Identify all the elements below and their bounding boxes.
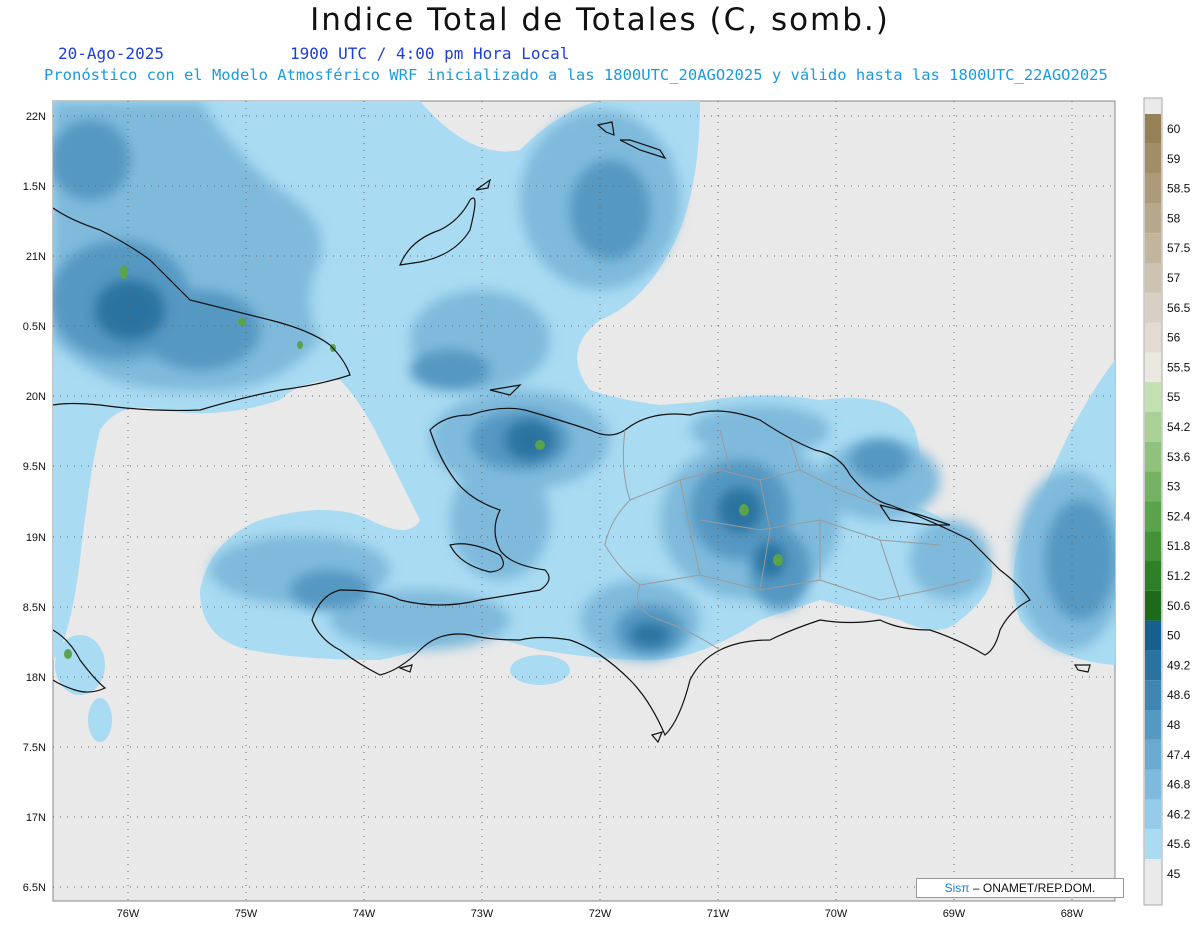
lon-label: 76W: [117, 908, 140, 920]
colorbar-swatch: [1145, 292, 1161, 323]
colorbar-label: 48.6: [1167, 688, 1191, 702]
colorbar-label: 47.4: [1167, 748, 1191, 762]
colorbar-label: 45: [1167, 867, 1181, 881]
credit-box: Sisπ – ONAMET/REP.DOM.: [916, 878, 1124, 898]
lon-label: 73W: [471, 908, 494, 920]
lat-label: 9.5N: [23, 461, 46, 473]
colorbar-label: 58.5: [1167, 182, 1191, 196]
colorbar-swatch: [1145, 263, 1161, 293]
lat-label: 19N: [26, 532, 46, 544]
colorbar-swatch: [1145, 322, 1161, 353]
colorbar-label: 48: [1167, 718, 1181, 732]
lat-label: 7.5N: [23, 742, 46, 754]
lon-label: 74W: [353, 908, 376, 920]
colorbar-label: 46.2: [1167, 807, 1191, 821]
colorbar-label: 55: [1167, 390, 1181, 404]
colorbar-swatch: [1145, 203, 1161, 234]
colorbar-swatch: [1145, 143, 1161, 174]
colorbar-label: 53.6: [1167, 450, 1191, 464]
colorbar-swatch: [1145, 680, 1161, 710]
colorbar-swatch: [1145, 829, 1161, 859]
colorbar-swatch: [1145, 471, 1161, 502]
colorbar-swatch: [1145, 739, 1161, 770]
lon-label: 72W: [589, 908, 612, 920]
credit-sis: Sisπ: [944, 881, 970, 895]
colorbar-label: 50: [1167, 629, 1181, 643]
lat-label: 22N: [26, 111, 46, 123]
colorbar-swatch: [1145, 620, 1161, 651]
lat-label: 0.5N: [23, 321, 46, 333]
lon-label: 70W: [825, 908, 848, 920]
lat-label: 17N: [26, 812, 46, 824]
colorbar-label: 51.8: [1167, 539, 1191, 553]
lon-label: 71W: [707, 908, 730, 920]
longitude-labels: 76W 75W 74W 73W 72W 71W 70W 69W 68W: [117, 908, 1084, 920]
lon-label: 75W: [235, 908, 258, 920]
lon-label: 69W: [943, 908, 966, 920]
colorbar-label: 46.8: [1167, 778, 1191, 792]
colorbar-swatch: [1145, 114, 1161, 144]
credit-org: – ONAMET/REP.DOM.: [969, 881, 1096, 895]
colorbar-swatch: [1145, 710, 1161, 740]
colorbar-label: 53: [1167, 480, 1181, 494]
colorbar-swatch: [1145, 531, 1161, 561]
colorbar: 60 59 58.5 58 57.5 57 56.5 56 55.5 55 54.2 53.6 53 52…: [1143, 97, 1191, 906]
colorbar-swatch: [1145, 382, 1161, 412]
colorbar-swatch: [1145, 412, 1161, 442]
colorbar-label: 57: [1167, 271, 1181, 285]
colorbar-swatch: [1145, 173, 1161, 204]
colorbar-label: 51.2: [1167, 569, 1191, 583]
colorbar-label: 49.2: [1167, 658, 1191, 672]
colorbar-label: 45.6: [1167, 837, 1191, 851]
colorbar-label: 56: [1167, 331, 1181, 345]
colorbar-swatch: [1145, 769, 1161, 800]
colorbar-label: 55.5: [1167, 360, 1191, 374]
colorbar-label: 58: [1167, 211, 1181, 225]
colorbar-label: 50.6: [1167, 599, 1191, 613]
colorbar-swatch: [1145, 650, 1161, 681]
colorbar-label: 60: [1167, 122, 1181, 136]
lat-label: 20N: [26, 391, 46, 403]
lat-label: 8.5N: [23, 602, 46, 614]
colorbar-swatch: [1145, 233, 1161, 263]
colorbar-label: 52.4: [1167, 509, 1191, 523]
lat-label: 1.5N: [23, 181, 46, 193]
forecast-map: 22N 1.5N 21N 0.5N 20N 9.5N 19N 8.5N 18N …: [23, 97, 1191, 920]
lat-label: 6.5N: [23, 882, 46, 894]
colorbar-swatch: [1145, 501, 1161, 532]
lat-label: 21N: [26, 251, 46, 263]
colorbar-swatch: [1145, 590, 1161, 621]
colorbar-swatch: [1145, 799, 1161, 830]
lat-label: 18N: [26, 672, 46, 684]
colorbar-swatch: [1145, 352, 1161, 383]
colorbar-swatch: [1145, 441, 1161, 472]
colorbar-swatch: [1145, 561, 1161, 591]
colorbar-label: 56.5: [1167, 301, 1191, 315]
colorbar-label: 54.2: [1167, 420, 1191, 434]
colorbar-label: 57.5: [1167, 241, 1191, 255]
colorbar-label: 59: [1167, 152, 1181, 166]
lon-label: 68W: [1061, 908, 1084, 920]
latitude-labels: 22N 1.5N 21N 0.5N 20N 9.5N 19N 8.5N 18N …: [23, 111, 46, 894]
